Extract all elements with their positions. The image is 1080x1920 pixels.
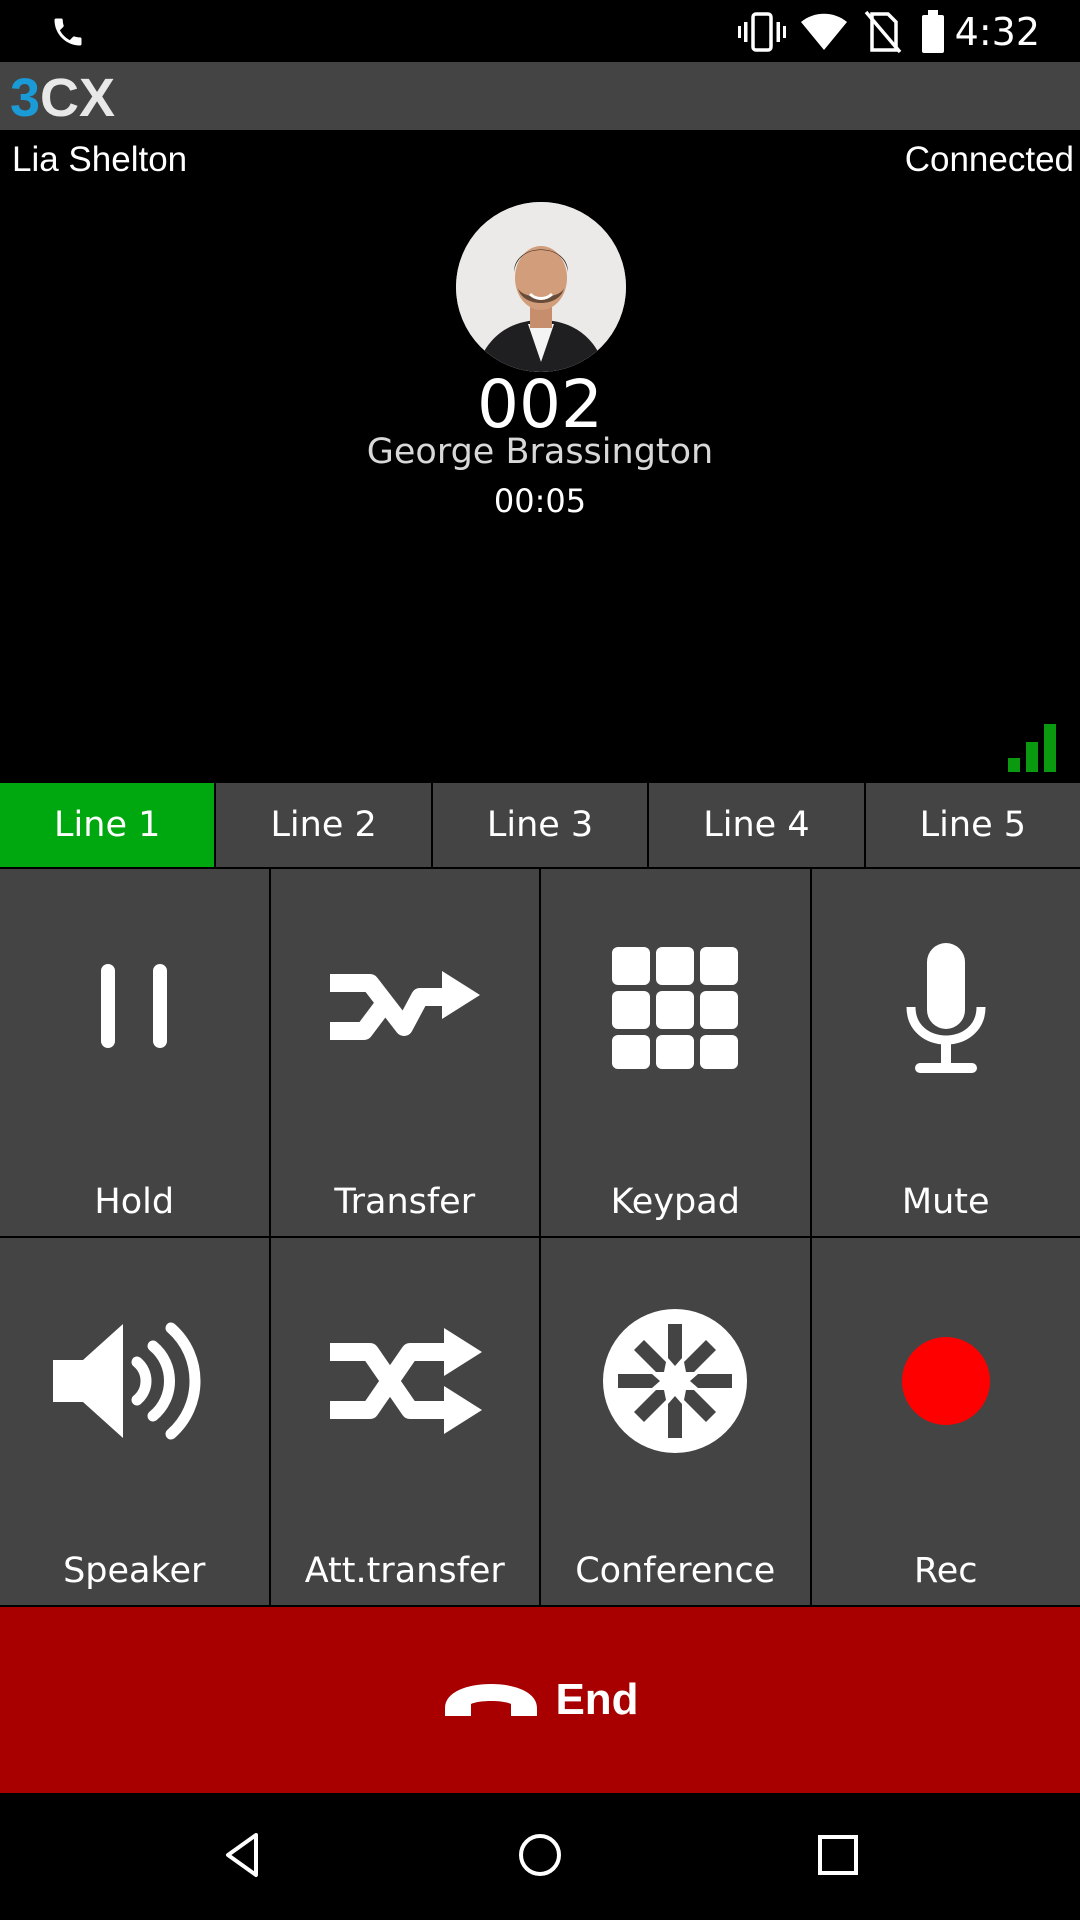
tab-line-2[interactable]: Line 2: [216, 783, 431, 867]
battery-icon: [922, 10, 944, 53]
hold-button[interactable]: Hold: [0, 869, 269, 1236]
att-transfer-label: Att.transfer: [304, 1551, 505, 1591]
contact-name: George Brassington: [366, 432, 714, 472]
end-call-button[interactable]: End: [0, 1607, 1080, 1793]
contact-avatar: [456, 202, 626, 372]
record-label: Rec: [913, 1551, 978, 1591]
home-icon[interactable]: [510, 1825, 570, 1885]
tab-line-4[interactable]: Line 4: [649, 783, 864, 867]
transfer-button[interactable]: Transfer: [270, 869, 539, 1236]
tab-line-1[interactable]: Line 1: [0, 783, 215, 867]
hang-up-icon: [445, 1684, 538, 1716]
line-tabs: Line 1 Line 2 Line 3 Line 4 Line 5: [0, 783, 1080, 867]
end-call-label: End: [555, 1675, 639, 1724]
connection-status: Connected: [904, 140, 1074, 179]
transfer-label: Transfer: [334, 1182, 476, 1222]
transfer-icon: [320, 927, 490, 1097]
att-transfer-button[interactable]: Att.transfer: [270, 1238, 539, 1605]
call-timer: 00:05: [493, 482, 587, 520]
local-user-name: Lia Shelton: [12, 140, 188, 179]
no-sim-icon: [864, 10, 902, 54]
phone-call-icon: [54, 18, 82, 46]
status-bar: 4:32: [0, 0, 1080, 62]
speaker-label: Speaker: [63, 1551, 206, 1591]
system-nav-bar: [0, 1793, 1080, 1920]
back-icon[interactable]: [214, 1825, 274, 1885]
speaker-icon: [49, 1296, 219, 1466]
call-quality-icon: [1008, 724, 1056, 772]
app-bar: 3 CX: [0, 62, 1080, 130]
3cx-logo: 3 CX: [10, 68, 115, 124]
tab-line-3[interactable]: Line 3: [432, 783, 648, 867]
keypad-button[interactable]: Keypad: [541, 869, 810, 1236]
conference-icon: [590, 1296, 760, 1466]
conference-label: Conference: [575, 1551, 776, 1591]
hold-label: Hold: [94, 1182, 175, 1222]
speaker-button[interactable]: Speaker: [0, 1238, 269, 1605]
record-icon: [861, 1296, 1031, 1466]
svg-text:CX: CX: [40, 68, 115, 124]
mute-button[interactable]: Mute: [811, 869, 1080, 1236]
microphone-icon: [861, 927, 1031, 1097]
tab-line-5[interactable]: Line 5: [865, 783, 1080, 867]
wifi-icon: [801, 13, 847, 50]
call-actions-grid: Hold Transfer Keypad Mute Speaker Att.tr…: [0, 869, 1080, 1605]
att-transfer-icon: [320, 1296, 490, 1466]
svg-text:3: 3: [10, 68, 40, 124]
vibrate-icon: [738, 12, 786, 52]
recents-icon[interactable]: [808, 1825, 868, 1885]
conference-button[interactable]: Conference: [541, 1238, 810, 1605]
record-button[interactable]: Rec: [811, 1238, 1080, 1605]
keypad-label: Keypad: [610, 1182, 740, 1222]
status-clock: 4:32: [954, 10, 1040, 54]
mute-label: Mute: [901, 1182, 990, 1222]
keypad-icon: [590, 927, 760, 1097]
pause-icon: [49, 927, 219, 1097]
